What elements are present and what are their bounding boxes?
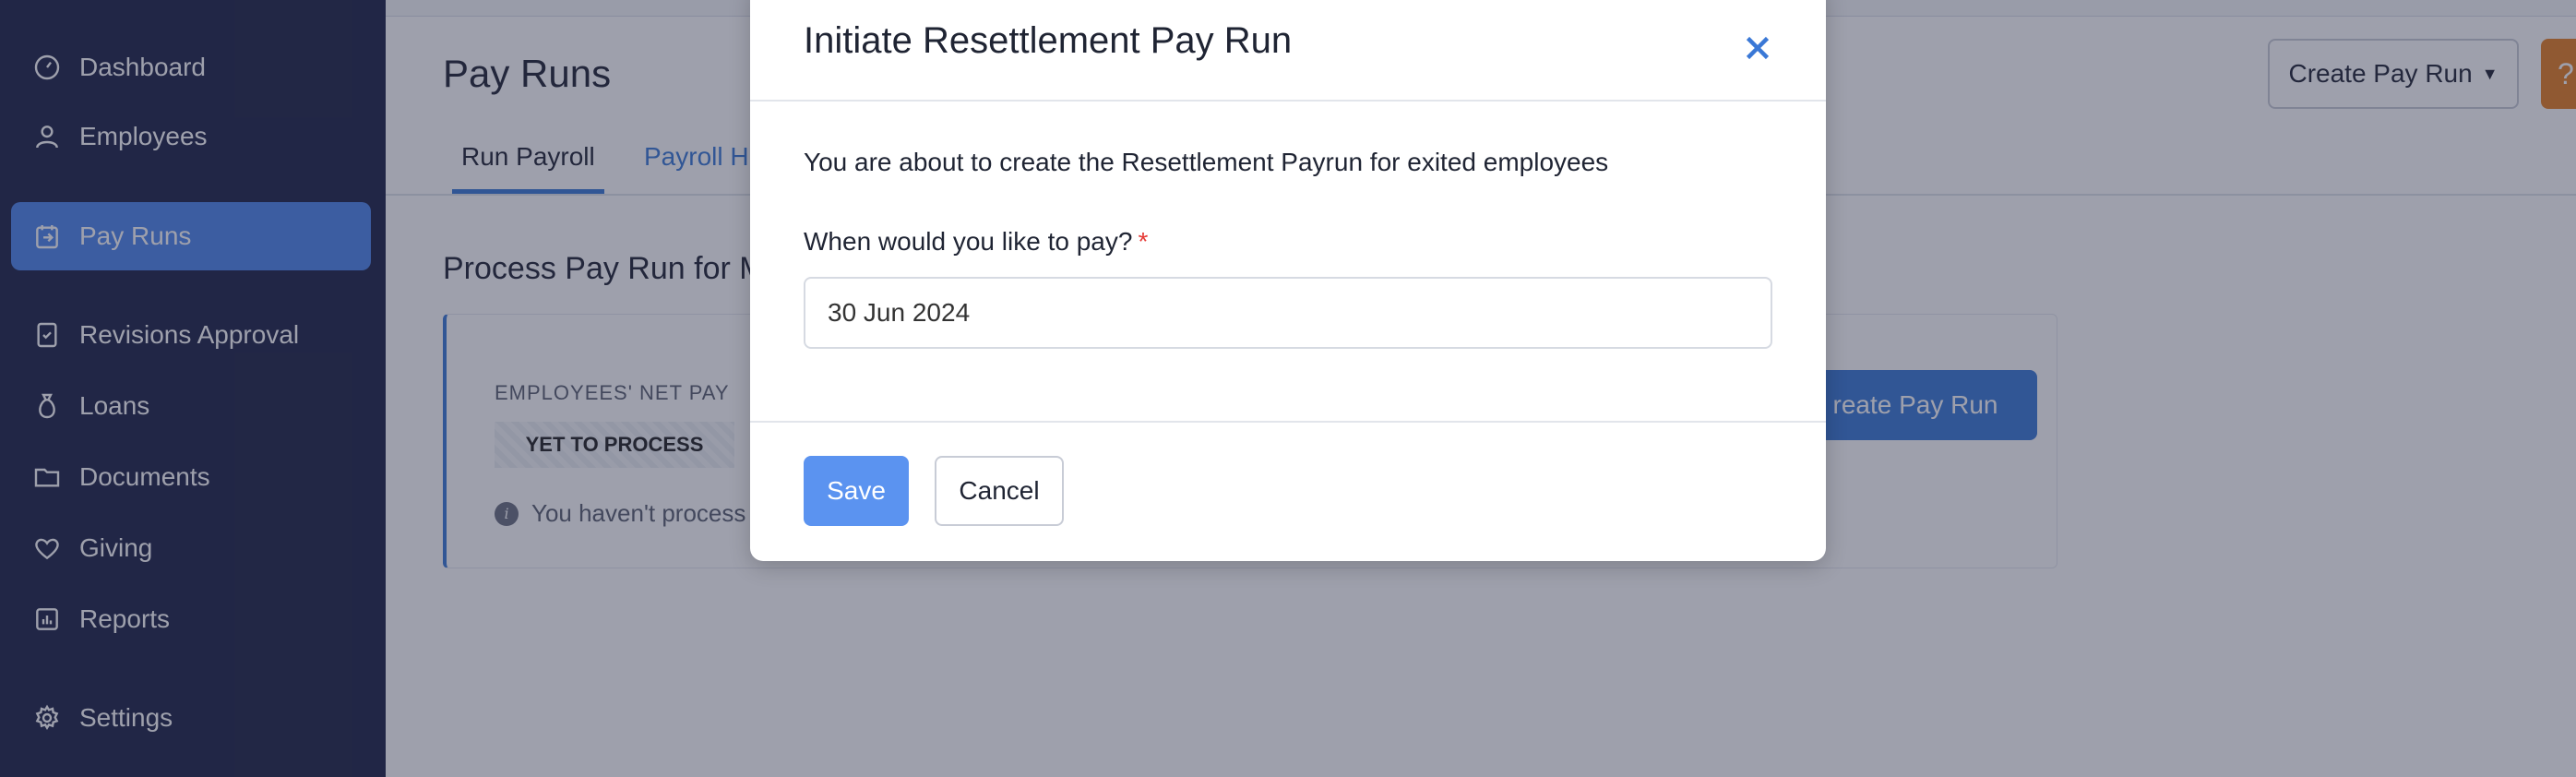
close-icon[interactable]: [1741, 31, 1774, 65]
modal-title: Initiate Resettlement Pay Run: [804, 20, 1293, 61]
resettlement-modal: Initiate Resettlement Pay Run You are ab…: [750, 0, 1826, 561]
pay-date-input[interactable]: [804, 277, 1772, 349]
modal-footer-divider: [750, 421, 1826, 423]
pay-date-label-text: When would you like to pay?: [804, 227, 1133, 256]
pay-date-label: When would you like to pay? *: [804, 227, 1148, 257]
cancel-button[interactable]: Cancel: [935, 456, 1064, 526]
modal-header: Initiate Resettlement Pay Run: [750, 0, 1826, 102]
save-button[interactable]: Save: [804, 456, 909, 526]
required-marker: *: [1138, 227, 1149, 256]
modal-description: You are about to create the Resettlement…: [804, 148, 1609, 176]
